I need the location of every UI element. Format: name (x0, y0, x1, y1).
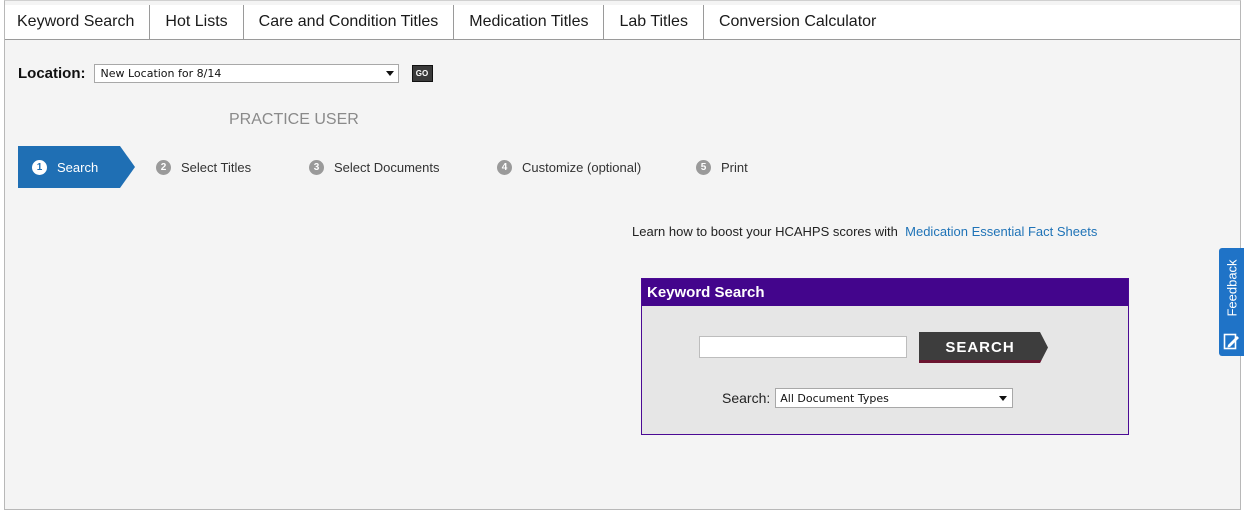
keyword-search-input[interactable] (699, 336, 907, 358)
tab-lab-titles[interactable]: Lab Titles (604, 5, 704, 39)
tab-medication-titles[interactable]: Medication Titles (454, 5, 605, 39)
step-number-badge: 5 (696, 159, 711, 175)
location-selected-value: New Location for 8/14 (100, 67, 222, 80)
progress-steps: 1 Search 2 Select Titles 3 Select Docume… (18, 146, 778, 188)
app-frame: Keyword Search Hot Lists Care and Condit… (4, 0, 1241, 510)
keyword-search-panel: Keyword Search SEARCH Search: All Docume… (641, 278, 1129, 435)
tab-keyword-search[interactable]: Keyword Search (5, 5, 151, 39)
document-type-row: Search: All Document Types (722, 388, 1014, 408)
location-row: Location: New Location for 8/14 GO (18, 64, 433, 83)
step-print[interactable]: 5 Print (696, 146, 748, 188)
chevron-down-icon (385, 71, 394, 76)
tab-care-and-condition-titles[interactable]: Care and Condition Titles (244, 5, 455, 39)
document-type-selected-value: All Document Types (780, 391, 889, 405)
step-label: Print (721, 159, 748, 175)
step-number-badge: 3 (309, 159, 324, 175)
step-select-documents[interactable]: 3 Select Documents (309, 146, 440, 188)
document-type-label: Search: (722, 390, 771, 406)
step-select-titles[interactable]: 2 Select Titles (156, 146, 251, 188)
tab-conversion-calculator[interactable]: Conversion Calculator (704, 5, 891, 39)
step-search[interactable]: 1 Search (32, 146, 98, 188)
medication-fact-sheets-link[interactable]: Medication Essential Fact Sheets (905, 224, 1097, 239)
top-nav: Keyword Search Hot Lists Care and Condit… (5, 5, 1240, 40)
step-number-badge: 2 (156, 159, 171, 175)
tab-hot-lists[interactable]: Hot Lists (150, 5, 244, 39)
step-label: Search (57, 159, 99, 175)
location-label: Location: (18, 65, 86, 82)
keyword-search-title: Keyword Search (642, 279, 1128, 306)
promo-text: Learn how to boost your HCAHPS scores wi… (632, 223, 1122, 240)
step-number-badge: 1 (32, 159, 47, 175)
step-label: Customize (optional) (522, 159, 642, 175)
location-dropdown[interactable]: New Location for 8/14 (93, 64, 399, 83)
document-type-dropdown[interactable]: All Document Types (775, 388, 1014, 408)
chevron-down-icon (999, 395, 1008, 401)
search-button[interactable]: SEARCH (919, 332, 1049, 363)
feedback-tab[interactable]: Feedback (1219, 248, 1244, 356)
step-customize[interactable]: 4 Customize (optional) (497, 146, 641, 188)
step-number-badge: 4 (497, 159, 512, 175)
search-button-label: SEARCH (945, 339, 1014, 356)
feedback-label: Feedback (1224, 259, 1239, 317)
go-button[interactable]: GO (411, 65, 433, 82)
feedback-edit-icon (1223, 333, 1239, 350)
promo-message: Learn how to boost your HCAHPS scores wi… (632, 224, 898, 239)
step-label: Select Documents (334, 159, 440, 175)
step-label: Select Titles (181, 159, 252, 175)
user-name: PRACTICE USER (229, 111, 359, 128)
